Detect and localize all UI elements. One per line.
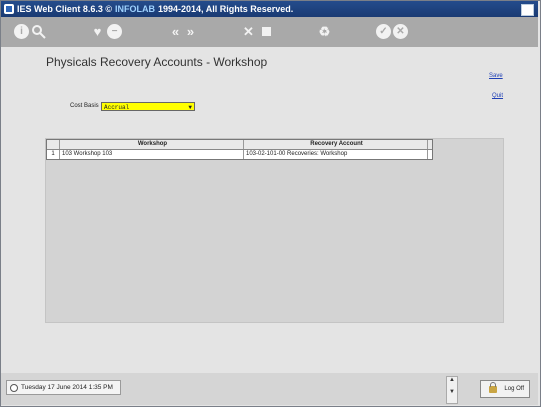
window-title-rest: 1994-2014, All Rights Reserved. <box>158 4 294 14</box>
recovery-account-cell[interactable]: 103-02-101-00 Recoveries: Workshop <box>244 150 428 159</box>
window-menu-icon[interactable] <box>521 4 534 16</box>
window-title-bar: IES Web Client 8.6.3 © INFOLAB 1994-2014… <box>1 1 538 17</box>
info-icon[interactable]: i <box>14 24 29 39</box>
cost-basis-label: Cost Basis <box>70 103 99 109</box>
table-row[interactable]: 1 103 Workshop 103 103-02-101-00 Recover… <box>47 150 432 159</box>
datetime-text: Tuesday 17 June 2014 1:35 PM <box>21 384 113 391</box>
column-header-workshop[interactable]: Workshop <box>60 140 244 149</box>
status-scrollbar[interactable]: ▲ ▼ <box>446 376 458 404</box>
cost-basis-select[interactable]: Accrual ▼ <box>101 102 195 111</box>
row-number-header <box>47 140 60 149</box>
grid-panel <box>45 138 504 323</box>
scroll-down-icon[interactable]: ▼ <box>447 389 457 395</box>
app-logo-icon <box>4 4 14 14</box>
save-link[interactable]: Save <box>489 73 503 79</box>
minus-circle-icon[interactable]: − <box>107 24 122 39</box>
back-icon[interactable]: « <box>168 24 183 39</box>
search-icon[interactable] <box>31 24 46 39</box>
window-title-app: IES Web Client 8.6.3 © <box>17 4 112 14</box>
datetime-display: Tuesday 17 June 2014 1:35 PM <box>6 380 121 395</box>
forward-icon[interactable]: » <box>183 24 198 39</box>
cost-basis-value: Accrual <box>104 104 130 111</box>
column-header-recovery-account[interactable]: Recovery Account <box>244 140 428 149</box>
grid-header: Workshop Recovery Account <box>47 140 432 150</box>
log-off-label: Log Off <box>504 386 524 392</box>
quit-link[interactable]: Quit <box>492 93 503 99</box>
scroll-up-icon[interactable]: ▲ <box>447 377 457 383</box>
toolbar: i ♥ − « » ✕ ♻ ✓ ✕ <box>1 17 538 47</box>
lock-icon <box>489 382 497 393</box>
recycle-icon[interactable]: ♻ <box>317 24 332 39</box>
confirm-icon[interactable]: ✓ <box>376 24 391 39</box>
workshop-cell[interactable]: 103 Workshop 103 <box>60 150 244 159</box>
dropdown-arrow-icon: ▼ <box>188 104 192 111</box>
cancel-icon[interactable]: ✕ <box>393 24 408 39</box>
page-title: Physicals Recovery Accounts - Workshop <box>46 55 268 69</box>
stop-icon[interactable] <box>259 24 274 39</box>
tools-icon[interactable]: ✕ <box>241 24 256 39</box>
row-number: 1 <box>47 150 60 159</box>
favourite-icon[interactable]: ♥ <box>90 24 105 39</box>
clock-icon <box>10 383 18 392</box>
log-off-button[interactable]: Log Off <box>480 380 530 398</box>
recovery-accounts-grid: Workshop Recovery Account 1 103 Workshop… <box>46 139 433 160</box>
window-title-vendor: INFOLAB <box>115 4 155 14</box>
